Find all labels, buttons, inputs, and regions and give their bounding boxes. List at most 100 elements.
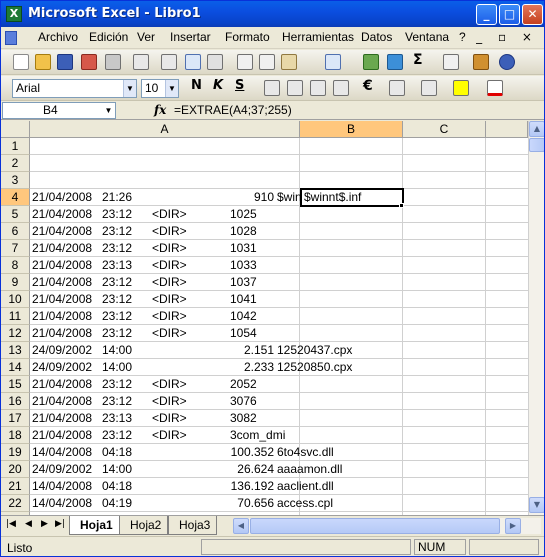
- column-header-d[interactable]: [486, 121, 528, 138]
- active-cell-b4[interactable]: $winnt$.inf: [300, 188, 404, 207]
- select-all-corner[interactable]: [1, 121, 30, 138]
- last-sheet-icon[interactable]: ▶|: [55, 519, 65, 529]
- menu-herramientas[interactable]: Herramientas: [282, 30, 354, 44]
- print-icon[interactable]: [105, 54, 121, 70]
- menu-ver[interactable]: Ver: [137, 30, 155, 44]
- open-folder-icon[interactable]: [35, 54, 51, 70]
- table-row[interactable]: 21/04/2008 23:13 <DIR> 3082: [30, 410, 528, 427]
- font-size-select[interactable]: 10 ▼: [141, 79, 179, 98]
- menu-ventana[interactable]: Ventana: [405, 30, 449, 44]
- excel-app-icon[interactable]: X: [6, 6, 22, 22]
- scroll-left-arrow-icon[interactable]: ◀: [233, 518, 249, 534]
- row-header-17[interactable]: 17: [1, 410, 30, 427]
- scroll-down-arrow-icon[interactable]: ▼: [529, 497, 544, 513]
- sheet-tab-hoja1[interactable]: Hoja1: [69, 516, 120, 535]
- cut-icon[interactable]: [237, 54, 253, 70]
- menu-help[interactable]: ?: [459, 30, 466, 44]
- autosum-icon[interactable]: Σ: [413, 52, 423, 68]
- row-header-8[interactable]: 8: [1, 257, 30, 274]
- row-header-16[interactable]: 16: [1, 393, 30, 410]
- table-row[interactable]: 14/04/2008 04:18 136.192 aaclient.dll: [30, 478, 528, 495]
- print-preview-icon[interactable]: [133, 54, 149, 70]
- globe-icon[interactable]: [387, 54, 403, 70]
- save-disk-icon[interactable]: [57, 54, 73, 70]
- row-header-20[interactable]: 20: [1, 461, 30, 478]
- first-sheet-icon[interactable]: |◀: [6, 519, 16, 529]
- chevron-down-icon[interactable]: ▼: [102, 103, 115, 118]
- table-row[interactable]: 24/09/2002 14:00 26.624 aaaamon.dll: [30, 461, 528, 478]
- permission-icon[interactable]: [81, 54, 97, 70]
- merge-center-icon[interactable]: [333, 80, 349, 96]
- menu-edicion[interactable]: Edición: [89, 30, 128, 44]
- row-header-6[interactable]: 6: [1, 223, 30, 240]
- row-header-4[interactable]: 4: [1, 189, 30, 206]
- workbook-window-controls[interactable]: _ ▫ ×: [476, 30, 538, 44]
- scroll-right-arrow-icon[interactable]: ▶: [505, 518, 521, 534]
- column-header-b[interactable]: B: [300, 121, 403, 138]
- title-bar[interactable]: X Microsoft Excel - Libro1 _ □ ✕: [1, 1, 544, 27]
- table-row[interactable]: 21/04/2008 21:26 910 $winnt$.inf: [30, 189, 528, 206]
- row-header-14[interactable]: 14: [1, 359, 30, 376]
- table-row[interactable]: [30, 138, 528, 155]
- row-header-15[interactable]: 15: [1, 376, 30, 393]
- sheet-tab-hoja2[interactable]: Hoja2: [119, 516, 169, 535]
- column-header-a[interactable]: A: [30, 121, 300, 138]
- row-header-13[interactable]: 13: [1, 342, 30, 359]
- research-icon[interactable]: [161, 54, 177, 70]
- table-row[interactable]: 21/04/2008 23:12 <DIR> 3076: [30, 393, 528, 410]
- horizontal-scroll-thumb[interactable]: [250, 518, 500, 534]
- name-box[interactable]: B4 ▼: [2, 102, 116, 119]
- table-row[interactable]: 14/04/2008 04:19 70.656 access.cpl: [30, 495, 528, 512]
- currency-button[interactable]: €: [363, 78, 373, 94]
- insert-hyperlink-icon[interactable]: [363, 54, 379, 70]
- table-row[interactable]: 21/04/2008 23:12 <DIR> 1042: [30, 308, 528, 325]
- row-header-5[interactable]: 5: [1, 206, 30, 223]
- borders-icon[interactable]: [421, 80, 437, 96]
- bold-button[interactable]: N: [191, 78, 202, 93]
- help-icon[interactable]: [499, 54, 515, 70]
- row-header-12[interactable]: 12: [1, 325, 30, 342]
- insert-function-icon[interactable]: fx: [154, 103, 166, 117]
- table-row[interactable]: 21/04/2008 23:12 <DIR> 2052: [30, 376, 528, 393]
- chevron-down-icon[interactable]: ▼: [123, 80, 136, 97]
- table-row[interactable]: 21/04/2008 23:12 <DIR> 1054: [30, 325, 528, 342]
- row-header-2[interactable]: 2: [1, 155, 30, 172]
- indent-icon[interactable]: [389, 80, 405, 96]
- next-sheet-icon[interactable]: ▶: [41, 519, 48, 529]
- align-left-icon[interactable]: [264, 80, 280, 96]
- table-row[interactable]: 24/09/2002 14:00 2.233 12520850.cpx: [30, 359, 528, 376]
- underline-button[interactable]: S: [235, 78, 244, 93]
- row-header-21[interactable]: 21: [1, 478, 30, 495]
- worksheet-grid[interactable]: A B C 123421/04/200821:26910$winnt$.inf5…: [1, 121, 528, 515]
- spelling-icon[interactable]: [185, 54, 201, 70]
- row-header-10[interactable]: 10: [1, 291, 30, 308]
- font-color-icon[interactable]: [487, 80, 503, 96]
- new-document-icon[interactable]: [13, 54, 29, 70]
- close-button[interactable]: ✕: [522, 4, 543, 25]
- row-header-1[interactable]: 1: [1, 138, 30, 155]
- scroll-up-arrow-icon[interactable]: ▲: [529, 121, 544, 137]
- row-header-22[interactable]: 22: [1, 495, 30, 512]
- table-row[interactable]: 21/04/2008 23:13 <DIR> 1033: [30, 257, 528, 274]
- row-header-18[interactable]: 18: [1, 427, 30, 444]
- table-row[interactable]: 21/04/2008 23:12 <DIR> 1028: [30, 223, 528, 240]
- table-row[interactable]: [30, 155, 528, 172]
- table-row[interactable]: 14/04/2008 04:18 100.352 6to4svc.dll: [30, 444, 528, 461]
- minimize-button[interactable]: _: [476, 4, 497, 25]
- table-row[interactable]: 21/04/2008 23:12 <DIR> 1037: [30, 274, 528, 291]
- prev-sheet-icon[interactable]: ◀: [25, 519, 32, 529]
- menu-archivo[interactable]: Archivo: [38, 30, 78, 44]
- vertical-scroll-thumb[interactable]: [529, 138, 544, 152]
- menu-formato[interactable]: Formato: [225, 30, 270, 44]
- sort-ascending-icon[interactable]: [443, 54, 459, 70]
- sheet-tab-hoja3[interactable]: Hoja3: [168, 516, 218, 535]
- row-header-9[interactable]: 9: [1, 274, 30, 291]
- chevron-down-icon[interactable]: ▼: [165, 80, 178, 97]
- undo-icon[interactable]: [325, 54, 341, 70]
- align-right-icon[interactable]: [310, 80, 326, 96]
- align-center-icon[interactable]: [287, 80, 303, 96]
- row-header-19[interactable]: 19: [1, 444, 30, 461]
- table-row[interactable]: [30, 172, 528, 189]
- chart-wizard-icon[interactable]: [473, 54, 489, 70]
- paste-icon[interactable]: [281, 54, 297, 70]
